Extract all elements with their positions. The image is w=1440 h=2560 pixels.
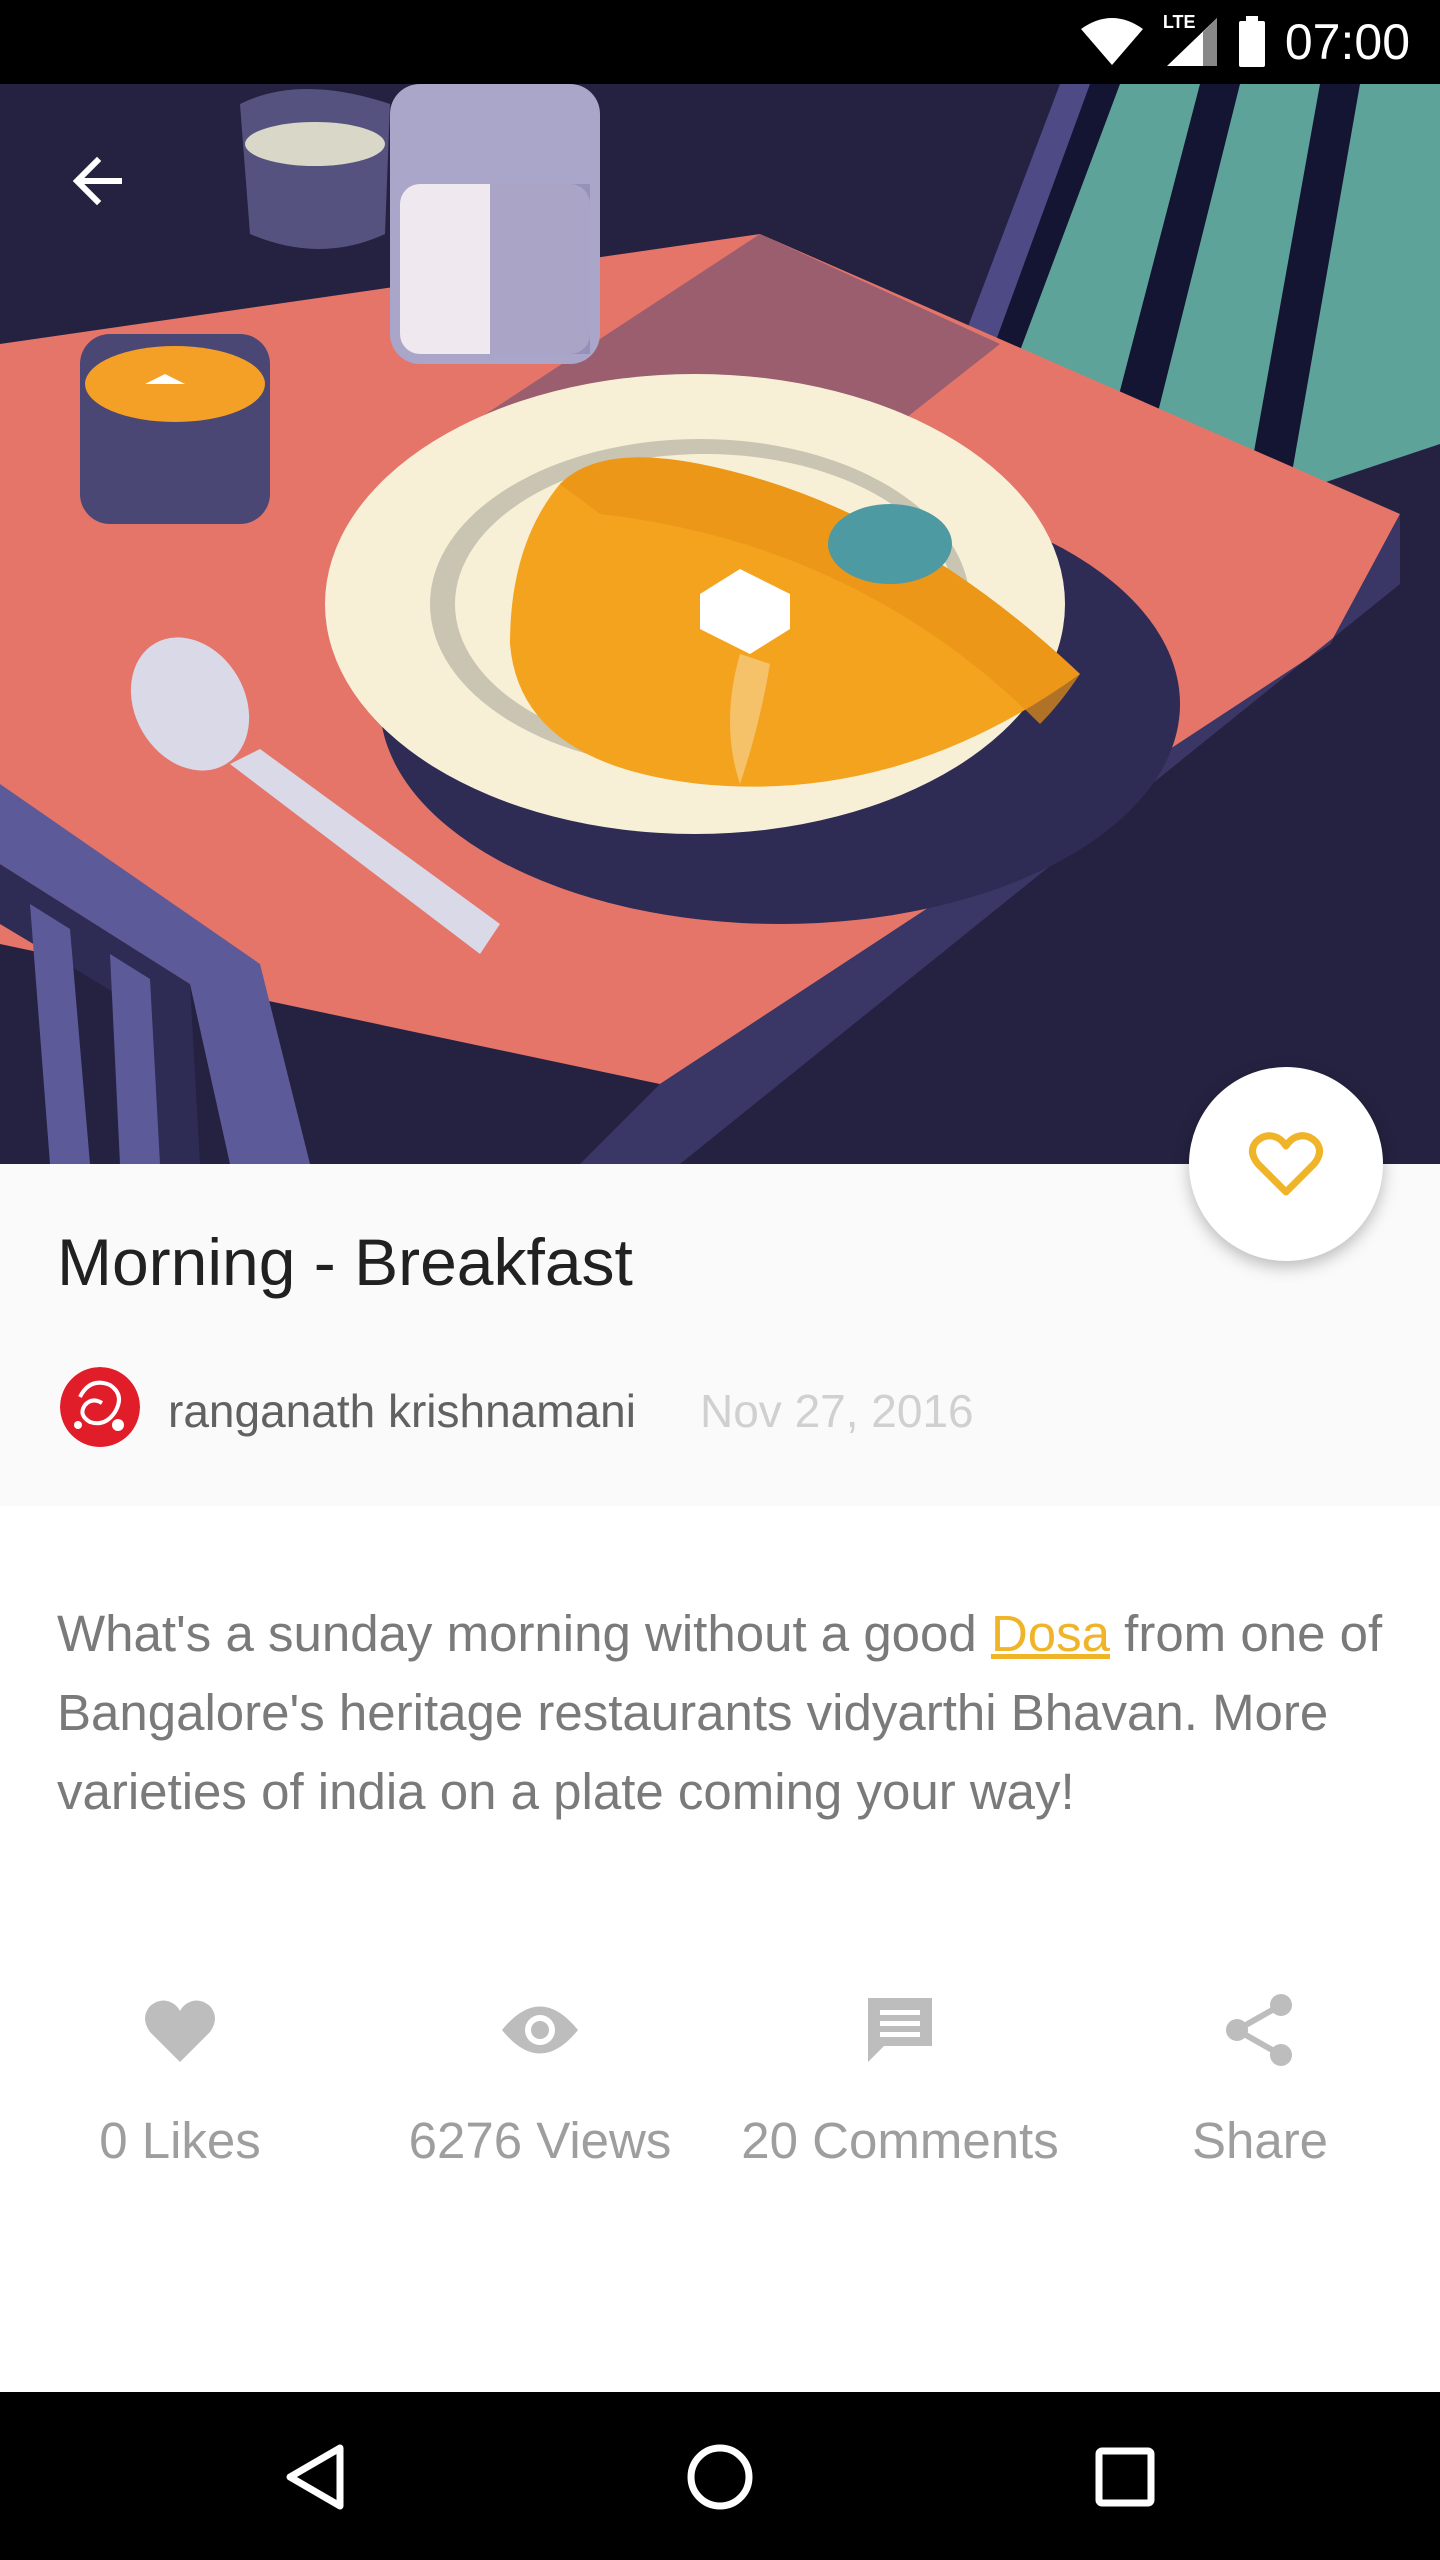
back-button[interactable] (52, 136, 142, 226)
nav-back-button[interactable] (270, 2432, 360, 2522)
hero-image (0, 84, 1440, 1164)
post-date: Nov 27, 2016 (700, 1385, 974, 1437)
comment-icon (868, 1998, 932, 2062)
circle-home-icon (687, 2444, 753, 2510)
favorite-button[interactable] (1189, 1067, 1383, 1261)
share-icon (1226, 1994, 1292, 2066)
breakfast-illustration (0, 84, 1440, 1164)
nav-home-button[interactable] (675, 2432, 765, 2522)
square-recents-icon (1095, 2447, 1155, 2507)
views-label: 6276 Views (408, 2112, 672, 2169)
status-icons: LTE 07:00 (1079, 0, 1410, 84)
post-description: What's a sunday morning without a good D… (57, 1594, 1387, 1831)
eye-icon (502, 2006, 578, 2054)
battery-icon (1238, 16, 1265, 67)
lte-signal-icon: LTE (1163, 12, 1219, 68)
author-avatar-icon (60, 1367, 140, 1447)
dosa-link[interactable]: Dosa (991, 1605, 1110, 1662)
comments-label: 20 Comments (741, 2112, 1059, 2169)
avatar[interactable] (60, 1367, 140, 1447)
post-title: Morning - Breakfast (57, 1225, 633, 1299)
lte-label: LTE (1162, 12, 1196, 32)
comments-stat[interactable]: 20 Comments (720, 1985, 1080, 2170)
navigation-bar (0, 2392, 1440, 2560)
likes-stat[interactable]: 0 Likes (0, 1985, 360, 2170)
status-bar: LTE 07:00 (0, 0, 1440, 84)
share-stat[interactable]: Share (1080, 1985, 1440, 2170)
arrow-left-icon (72, 156, 122, 206)
likes-label: 0 Likes (99, 2112, 261, 2169)
triangle-back-icon (286, 2444, 344, 2510)
nav-recents-button[interactable] (1080, 2432, 1170, 2522)
views-stat: 6276 Views (360, 1985, 720, 2170)
author-name[interactable]: ranganath krishnamani (168, 1384, 636, 1438)
stats-bar: 0 Likes 6276 Views 20 Comments Share (0, 1985, 1440, 2185)
description-text-start: What's a sunday morning without a good (57, 1605, 991, 1662)
heart-icon (145, 2000, 215, 2062)
wifi-icon (1080, 18, 1143, 65)
status-time: 07:00 (1284, 14, 1410, 70)
share-label: Share (1191, 2112, 1329, 2169)
heart-outline-icon (1249, 1132, 1323, 1196)
